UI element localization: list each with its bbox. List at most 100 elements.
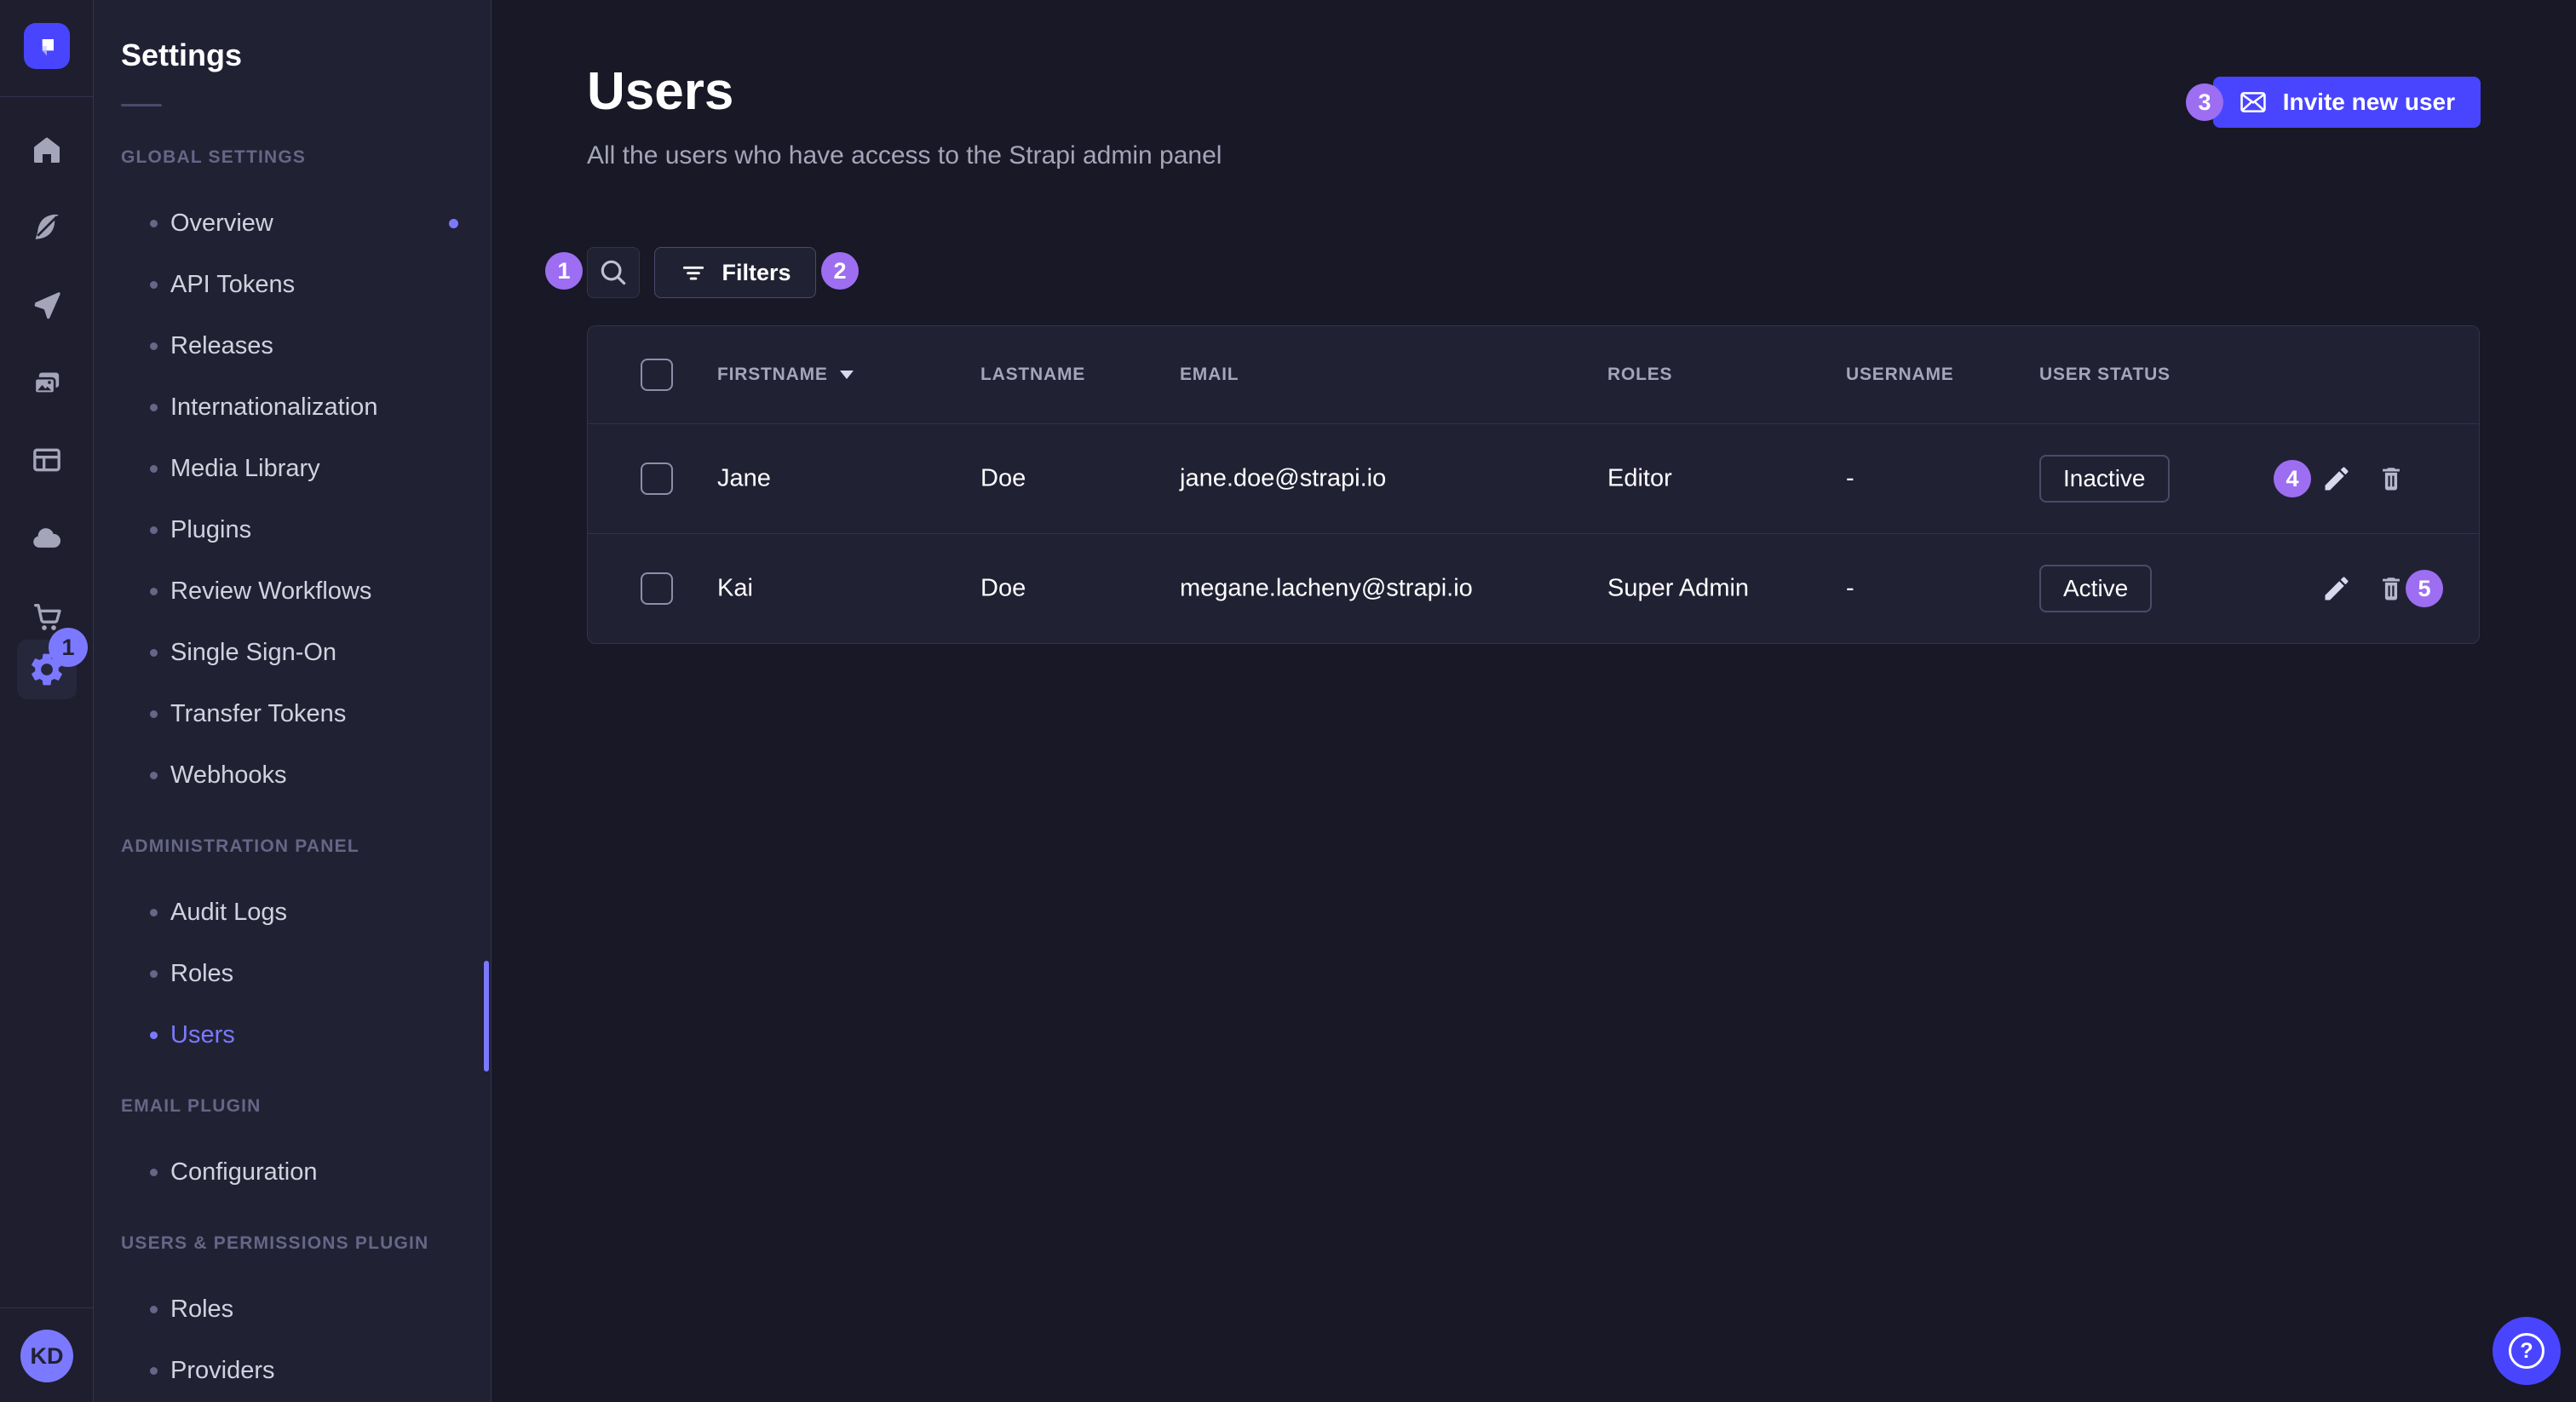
delete-user-button[interactable] bbox=[2372, 570, 2410, 607]
rail-divider-bottom bbox=[0, 1307, 94, 1308]
layout-icon[interactable] bbox=[28, 441, 66, 479]
column-header-roles: ROLES bbox=[1607, 365, 1672, 385]
edit-user-button[interactable] bbox=[2318, 570, 2355, 607]
feather-icon[interactable] bbox=[28, 208, 66, 245]
filters-button-label: Filters bbox=[722, 260, 791, 286]
delete-user-button[interactable] bbox=[2372, 460, 2410, 497]
bullet-icon bbox=[150, 1169, 158, 1176]
column-header-email: EMAIL bbox=[1180, 365, 1239, 385]
invite-new-user-button[interactable]: Invite new user bbox=[2213, 77, 2481, 128]
strapi-logo[interactable] bbox=[24, 23, 70, 69]
user-avatar[interactable]: KD bbox=[20, 1330, 73, 1382]
annotation-badge-1: 1 bbox=[545, 252, 583, 290]
sidebar-item-roles-up[interactable]: Roles bbox=[121, 1278, 460, 1340]
sidebar-item-roles-admin[interactable]: Roles bbox=[121, 943, 460, 1004]
cell-firstname: Kai bbox=[717, 575, 753, 603]
table-row: Kai Doe megane.lacheny@strapi.io Super A… bbox=[588, 533, 2479, 643]
sidebar-item-providers[interactable]: Providers bbox=[121, 1340, 460, 1401]
bullet-icon bbox=[150, 404, 158, 411]
pencil-icon bbox=[2321, 573, 2352, 604]
cell-firstname: Jane bbox=[717, 465, 771, 493]
bullet-icon bbox=[150, 465, 158, 473]
row-checkbox[interactable] bbox=[641, 572, 673, 605]
home-icon[interactable] bbox=[28, 131, 66, 169]
bullet-icon bbox=[150, 342, 158, 350]
filter-icon bbox=[679, 258, 708, 287]
bullet-icon bbox=[150, 710, 158, 718]
sidebar-item-webhooks[interactable]: Webhooks bbox=[121, 744, 460, 806]
column-header-username: USERNAME bbox=[1846, 365, 1954, 385]
sidebar-item-plugins[interactable]: Plugins bbox=[121, 499, 460, 560]
annotation-badge-2: 2 bbox=[821, 252, 859, 290]
bullet-icon bbox=[150, 1367, 158, 1375]
help-button[interactable]: ? bbox=[2493, 1317, 2561, 1385]
trash-icon bbox=[2377, 464, 2406, 493]
page-subtitle: All the users who have access to the Str… bbox=[587, 141, 1222, 170]
bullet-icon bbox=[150, 970, 158, 978]
paper-plane-icon[interactable] bbox=[28, 286, 66, 324]
nav-group-header-global-settings: GLOBAL SETTINGS bbox=[121, 146, 460, 170]
nav-list-email-plugin: Configuration bbox=[121, 1141, 460, 1203]
cell-roles: Super Admin bbox=[1607, 575, 1749, 603]
sidebar-item-releases[interactable]: Releases bbox=[121, 315, 460, 376]
invite-button-label: Invite new user bbox=[2283, 89, 2455, 116]
table-header-row: FIRSTNAME LASTNAME EMAIL ROLES USERNAME … bbox=[588, 326, 2479, 423]
sidebar-item-internationalization[interactable]: Internationalization bbox=[121, 376, 460, 438]
sidebar-item-single-sign-on[interactable]: Single Sign-On bbox=[121, 622, 460, 683]
bullet-icon bbox=[150, 281, 158, 289]
sidebar-title-rule bbox=[121, 104, 162, 106]
nav-list-administration-panel: Audit Logs Roles Users bbox=[121, 882, 460, 1066]
sidebar-item-audit-logs[interactable]: Audit Logs bbox=[121, 882, 460, 943]
annotation-badge-3: 3 bbox=[2186, 83, 2223, 121]
cell-roles: Editor bbox=[1607, 465, 1672, 493]
cell-username: - bbox=[1846, 575, 1854, 603]
trash-icon bbox=[2377, 574, 2406, 603]
bullet-icon bbox=[150, 220, 158, 227]
sidebar-item-review-workflows[interactable]: Review Workflows bbox=[121, 560, 460, 622]
cloud-icon[interactable] bbox=[28, 520, 66, 557]
annotation-badge-5: 5 bbox=[2406, 570, 2443, 607]
cell-lastname: Doe bbox=[980, 575, 1026, 603]
column-header-user-status: USER STATUS bbox=[2039, 365, 2171, 385]
status-badge: Active bbox=[2039, 565, 2152, 612]
nav-list-global-settings: Overview API Tokens Releases Internation… bbox=[121, 192, 460, 806]
sidebar-item-media-library[interactable]: Media Library bbox=[121, 438, 460, 499]
row-checkbox[interactable] bbox=[641, 463, 673, 495]
sidebar-item-api-tokens[interactable]: API Tokens bbox=[121, 254, 460, 315]
cell-username: - bbox=[1846, 465, 1854, 493]
media-library-icon[interactable] bbox=[28, 365, 66, 402]
select-all-checkbox[interactable] bbox=[641, 359, 673, 391]
annotation-badge-4: 4 bbox=[2274, 460, 2311, 497]
cell-email: jane.doe@strapi.io bbox=[1180, 465, 1386, 493]
app-rail: 1 KD bbox=[0, 0, 94, 1402]
sidebar-item-overview[interactable]: Overview bbox=[121, 192, 460, 254]
settings-notification-badge: 1 bbox=[49, 628, 88, 667]
sort-desc-icon bbox=[840, 371, 854, 379]
users-table: FIRSTNAME LASTNAME EMAIL ROLES USERNAME … bbox=[587, 325, 2480, 644]
nav-list-users-permissions: Roles Providers bbox=[121, 1278, 460, 1401]
filters-button[interactable]: Filters bbox=[654, 247, 816, 298]
search-icon bbox=[597, 256, 630, 289]
bullet-icon bbox=[150, 909, 158, 916]
sidebar-scrollbar-thumb[interactable] bbox=[484, 961, 489, 1072]
sidebar-item-transfer-tokens[interactable]: Transfer Tokens bbox=[121, 683, 460, 744]
edit-user-button[interactable] bbox=[2318, 460, 2355, 497]
bullet-icon bbox=[150, 649, 158, 657]
cell-email: megane.lacheny@strapi.io bbox=[1180, 575, 1473, 603]
sidebar-item-users[interactable]: Users bbox=[121, 1004, 460, 1066]
sidebar-title: Settings bbox=[121, 36, 460, 75]
nav-group-header-users-permissions-plugin: USERS & PERMISSIONS PLUGIN bbox=[121, 1232, 460, 1255]
column-header-lastname: LASTNAME bbox=[980, 365, 1085, 385]
search-button[interactable] bbox=[587, 247, 640, 298]
sidebar-item-configuration[interactable]: Configuration bbox=[121, 1141, 460, 1203]
bullet-icon bbox=[150, 1031, 158, 1039]
bullet-icon bbox=[150, 588, 158, 595]
bullet-icon bbox=[150, 526, 158, 534]
column-header-firstname[interactable]: FIRSTNAME bbox=[717, 365, 854, 385]
settings-sidebar: Settings GLOBAL SETTINGS Overview API To… bbox=[94, 0, 492, 1402]
nav-group-header-administration-panel: ADMINISTRATION PANEL bbox=[121, 835, 460, 859]
overview-notification-dot bbox=[449, 219, 458, 228]
bullet-icon bbox=[150, 772, 158, 779]
main-content: Users All the users who have access to t… bbox=[492, 0, 2576, 1402]
strapi-logo-icon bbox=[33, 32, 60, 60]
